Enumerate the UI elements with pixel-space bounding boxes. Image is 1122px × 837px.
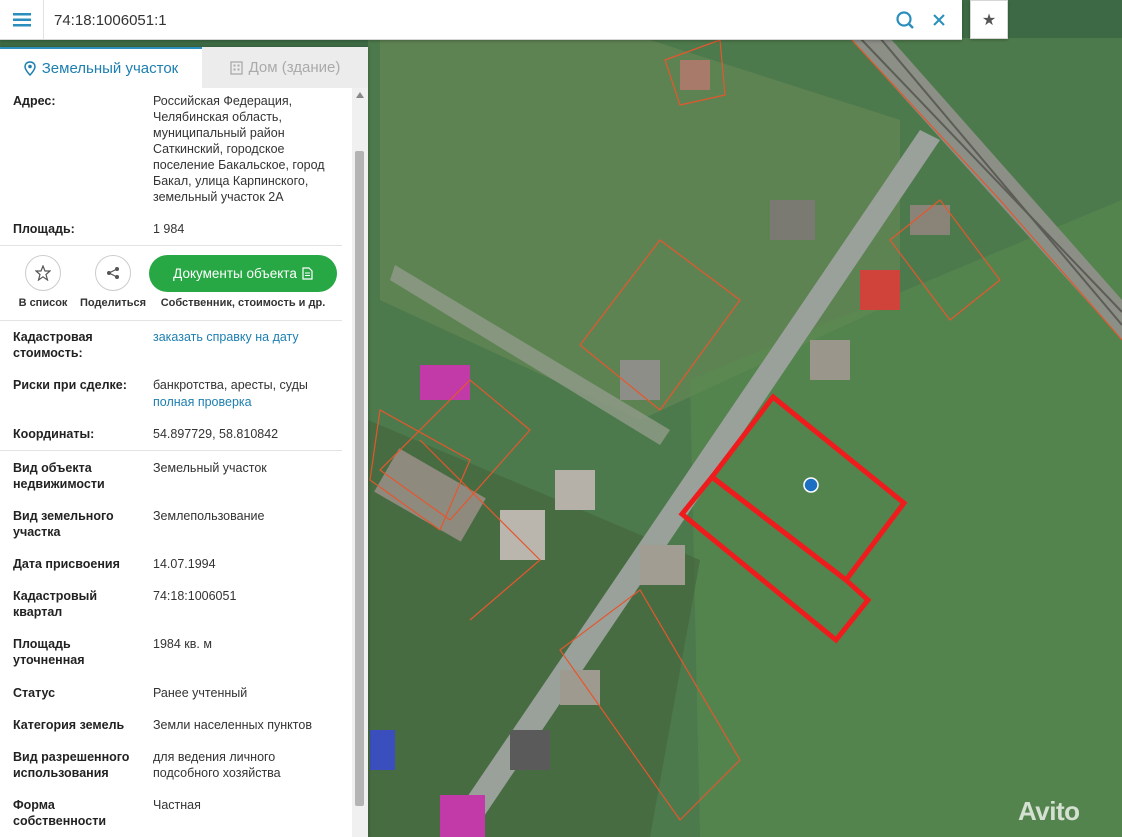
risks-value: банкротства, аресты, суды (153, 378, 308, 392)
order-certificate-link[interactable]: заказать справку на дату (153, 329, 343, 345)
category-label: Категория земель (13, 718, 125, 732)
full-check-link[interactable]: полная проверка (153, 394, 343, 410)
search-icon (896, 11, 914, 29)
address-row: Адрес: Российская Федерация, Челябинская… (13, 93, 343, 205)
divider (0, 245, 342, 246)
area-value: 1 984 (153, 222, 185, 236)
building-icon (229, 60, 243, 75)
address-value: Российская Федерация, Челябинская област… (153, 94, 325, 204)
status-value: Ранее учтенный (153, 686, 248, 700)
assign-date-value: 14.07.1994 (153, 557, 216, 571)
clear-button[interactable] (928, 9, 950, 31)
tab-land-plot[interactable]: Земельный участок (0, 47, 202, 88)
location-pin-icon (23, 61, 36, 76)
scroll-up-arrow-icon[interactable] (356, 92, 364, 98)
search-bar (0, 0, 962, 40)
add-to-list-label[interactable]: В список (12, 297, 74, 309)
tab-land-plot-label: Земельный участок (41, 60, 179, 77)
area-label: Площадь: (13, 222, 75, 236)
star-icon: ★ (981, 11, 997, 29)
search-input[interactable] (54, 10, 874, 30)
cadastral-cost-label: Кадастровая стоимость: (13, 330, 93, 360)
address-label: Адрес: (13, 94, 56, 108)
ownership-value: Частная (153, 798, 201, 812)
info-panel: Земельный участок Дом (здание) Адрес: Ро… (0, 47, 368, 837)
panel-scrollbar[interactable] (352, 88, 368, 837)
share-icon (107, 267, 119, 279)
permitted-use-value: для ведения личного подсобного хозяйства (153, 750, 281, 780)
parcel-marker-icon[interactable] (803, 477, 819, 493)
scrollbar-thumb[interactable] (355, 151, 364, 806)
cadastral-cost-row: Кадастровая стоимость: заказать справку … (13, 329, 343, 363)
parcel-details: Адрес: Российская Федерация, Челябинская… (0, 88, 352, 837)
object-type-label: Вид объекта недвижимости (13, 461, 105, 491)
tab-bar: Земельный участок Дом (здание) (0, 47, 368, 88)
menu-icon (12, 12, 31, 26)
ownership-label: Форма собственности (13, 798, 107, 828)
precise-area-value: 1984 кв. м (153, 637, 212, 651)
documents-button[interactable]: Документы объекта (149, 255, 337, 292)
divider (0, 320, 342, 321)
assign-date-label: Дата присвоения (13, 557, 120, 571)
documents-caption: Собственник, стоимость и др. (160, 297, 326, 309)
action-buttons: В список Поделиться Документы объекта Со… (0, 253, 342, 321)
quarter-label: Кадастровый квартал (13, 589, 98, 619)
star-outline-icon (35, 265, 51, 281)
menu-button[interactable] (0, 0, 44, 39)
close-icon (933, 14, 945, 26)
risks-label: Риски при сделке: (13, 378, 127, 392)
coordinates-label: Координаты: (13, 427, 95, 441)
permitted-use-label: Вид разрешенного использования (13, 750, 130, 780)
land-type-label: Вид земельного участка (13, 509, 114, 539)
avito-watermark: Avito (1018, 796, 1080, 826)
divider (0, 450, 342, 451)
status-label: Статус (13, 686, 56, 700)
quarter-value: 74:18:1006051 (153, 589, 237, 603)
documents-button-label: Документы объекта (173, 266, 297, 281)
coordinates-value: 54.897729, 58.810842 (153, 427, 279, 441)
document-icon (302, 267, 313, 280)
object-type-value: Земельный участок (153, 461, 267, 475)
risks-row: Риски при сделке: банкротства, аресты, с… (13, 377, 343, 411)
tab-building-label: Дом (здание) (248, 59, 341, 76)
add-to-list-button[interactable] (25, 255, 61, 291)
category-value: Земли населенных пунктов (153, 718, 312, 732)
share-label[interactable]: Поделиться (76, 297, 150, 309)
land-type-value: Землепользование (153, 509, 265, 523)
share-button[interactable] (95, 255, 131, 291)
favorites-button[interactable]: ★ (970, 0, 1008, 39)
search-button[interactable] (894, 9, 916, 31)
precise-area-label: Площадь уточненная (13, 637, 85, 667)
tab-building[interactable]: Дом (здание) (202, 47, 368, 88)
